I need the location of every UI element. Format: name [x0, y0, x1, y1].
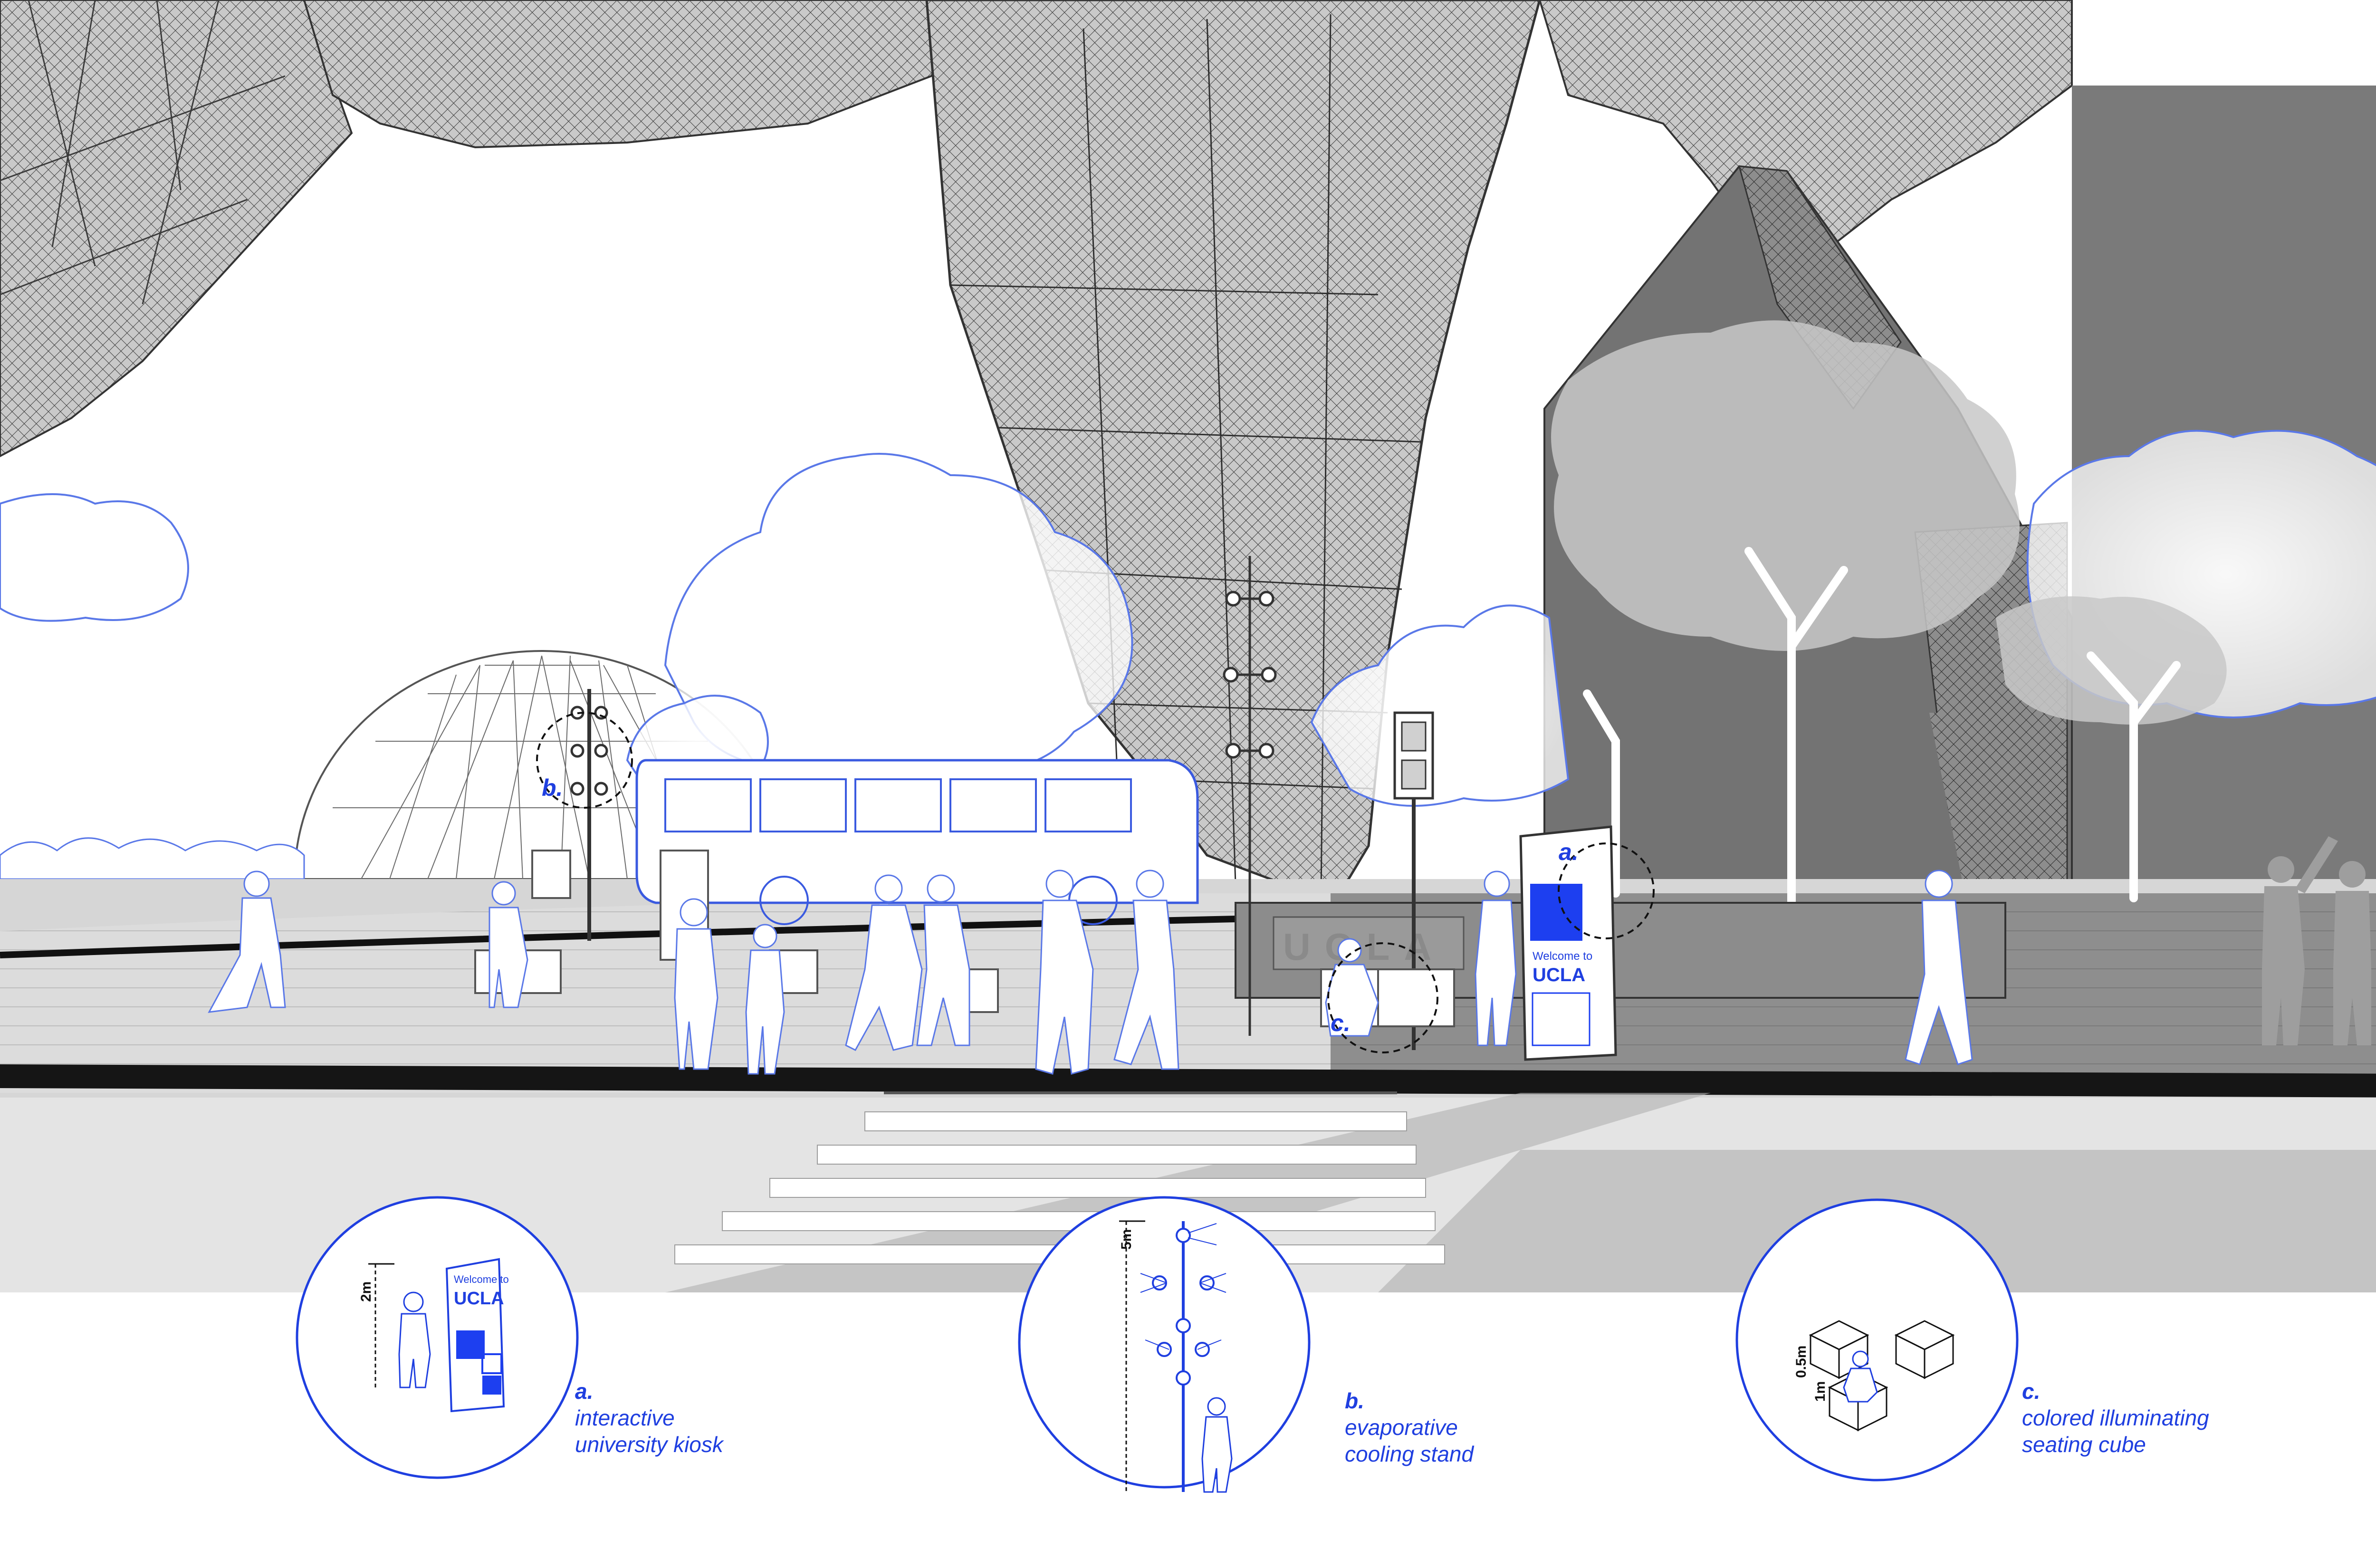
caption-cooling-stand-letter: b. — [1345, 1388, 1364, 1413]
caption-kiosk-line-2: university kiosk — [575, 1432, 723, 1457]
inset-c-dimension-width: 1m — [1812, 1381, 1828, 1402]
inset-kiosk: 2m Welcome to UCLA — [296, 1196, 579, 1479]
caption-seating-cube-line-2: seating cube — [2022, 1432, 2146, 1457]
inset-a-screen-welcome: Welcome to — [454, 1273, 509, 1285]
marker-c-label: c. — [1331, 1010, 1351, 1036]
caption-cooling-stand: b. evaporative cooling stand — [1345, 1387, 1474, 1467]
marker-b-label: b. — [542, 774, 563, 801]
caption-seating-cube: c. colored illuminating seating cube — [2022, 1378, 2209, 1458]
caption-kiosk: a. interactive university kiosk — [575, 1378, 723, 1458]
inset-b-dimension: 5m — [1119, 1229, 1134, 1250]
caption-kiosk-letter: a. — [575, 1379, 594, 1404]
inset-c-dimension-height: 0.5m — [1793, 1346, 1809, 1378]
caption-kiosk-line-1: interactive — [575, 1405, 675, 1430]
caption-cooling-stand-line-1: evaporative — [1345, 1415, 1458, 1440]
bus-icon — [635, 759, 1199, 925]
scene-kiosk-welcome: Welcome to — [1533, 950, 1592, 963]
building-sign-text: UCLA — [1283, 926, 1446, 968]
architectural-rendering: UCLA Welcome to UCLA b. a. c. 2m Welcome… — [0, 0, 2376, 1568]
inset-a-screen-ucla: UCLA — [454, 1289, 504, 1309]
caption-cooling-stand-line-2: cooling stand — [1345, 1442, 1474, 1466]
caption-seating-cube-line-1: colored illuminating — [2022, 1405, 2209, 1430]
scene-kiosk-ucla: UCLA — [1533, 965, 1585, 985]
marker-a-label: a. — [1559, 839, 1579, 865]
inset-seating-cube: 0.5m 1m — [1735, 1198, 2019, 1482]
caption-seating-cube-letter: c. — [2022, 1379, 2041, 1404]
inset-a-dimension: 2m — [358, 1281, 374, 1302]
